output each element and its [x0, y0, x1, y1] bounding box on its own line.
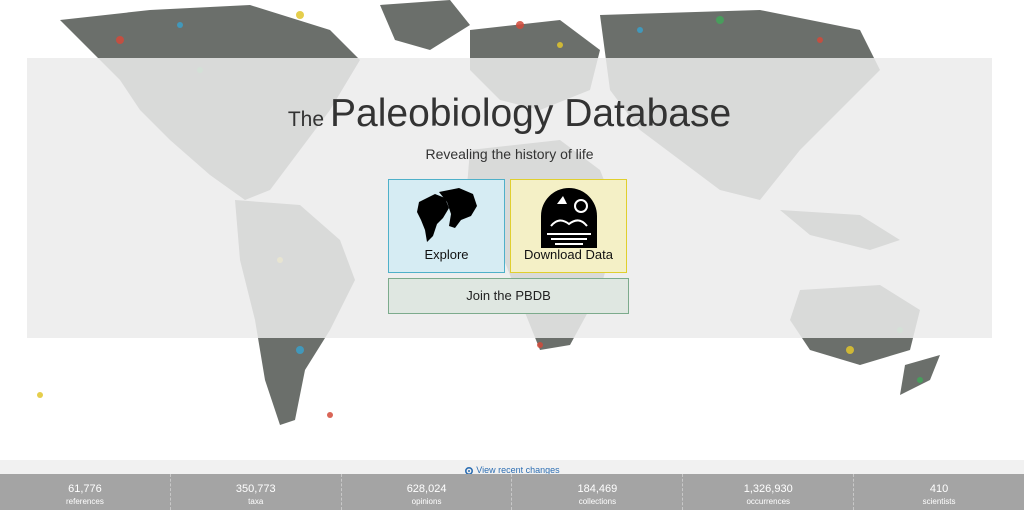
stat-label: collections [578, 497, 617, 506]
stat-references: 61,776 references [0, 474, 171, 510]
fossil-arch-icon [541, 188, 597, 248]
explore-button[interactable]: Explore [388, 179, 505, 273]
title-prefix: The [287, 108, 325, 131]
explore-label: Explore [424, 247, 469, 262]
continents-icon [417, 188, 477, 242]
stat-value: 350,773 [235, 483, 276, 495]
download-data-button[interactable]: Download Data [510, 179, 627, 273]
stat-label: taxa [248, 497, 264, 506]
stat-value: 628,024 [406, 483, 447, 495]
download-label: Download Data [524, 247, 613, 262]
join-pbdb-button[interactable]: Join the PBDB [388, 278, 629, 314]
title-main: Paleobiology Database [330, 92, 732, 135]
stat-label: scientists [922, 497, 956, 506]
stat-label: opinions [411, 497, 442, 506]
stat-label: occurrences [746, 497, 791, 506]
page-title: The Paleobiology Database [27, 92, 992, 136]
stat-scientists: 410 scientists [854, 474, 1024, 510]
stat-occurrences: 1,326,930 occurrences [683, 474, 855, 510]
stat-opinions: 628,024 opinions [342, 474, 513, 510]
stat-label: references [66, 497, 104, 506]
recent-changes-bar: View recent changes [0, 460, 1024, 475]
stat-collections: 184,469 collections [512, 474, 684, 510]
stat-value: 61,776 [68, 483, 102, 495]
hero-panel: The Paleobiology Database Revealing the h… [27, 58, 992, 338]
tagline: Revealing the history of life [425, 146, 594, 162]
stat-value: 410 [929, 483, 949, 495]
stat-value: 184,469 [577, 483, 618, 495]
stat-value: 1,326,930 [743, 483, 793, 495]
stats-bar: 61,776 references 350,773 taxa 628,024 o… [0, 474, 1024, 510]
stat-taxa: 350,773 taxa [171, 474, 342, 510]
